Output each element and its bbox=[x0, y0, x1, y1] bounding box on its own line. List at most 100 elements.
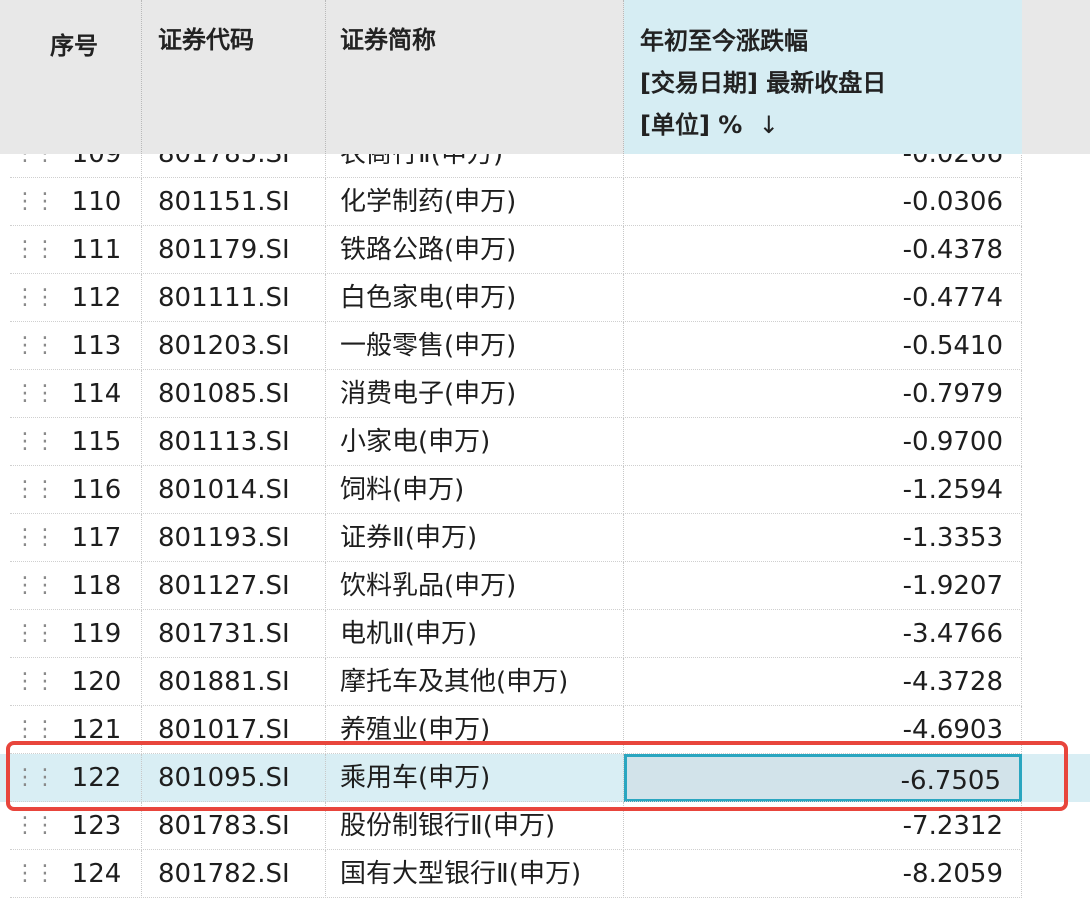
drag-handle-icon[interactable]: ⋮⋮ bbox=[14, 850, 56, 898]
drag-handle-icon[interactable]: ⋮⋮ bbox=[14, 658, 56, 706]
cell-code: 801111.SI bbox=[142, 274, 326, 322]
cell-name: 摩托车及其他(申万) bbox=[326, 658, 624, 706]
cell-change[interactable]: -1.2594 bbox=[624, 466, 1022, 514]
cell-name: 股份制银行Ⅱ(申万) bbox=[326, 802, 624, 850]
cell-code: 801017.SI bbox=[142, 706, 326, 754]
cell-change[interactable]: -1.9207 bbox=[624, 562, 1022, 610]
drag-handle-icon[interactable]: ⋮⋮ bbox=[14, 322, 56, 370]
drag-handle-icon[interactable]: ⋮⋮ bbox=[14, 178, 56, 226]
cell-name: 农商行Ⅱ(申万) bbox=[326, 154, 624, 178]
cell-name: 一般零售(申万) bbox=[326, 322, 624, 370]
cell-code: 801881.SI bbox=[142, 658, 326, 706]
cell-code: 801085.SI bbox=[142, 370, 326, 418]
table-row[interactable]: ⋮⋮ 111 801179.SI 铁路公路(申万) -0.4378 bbox=[0, 226, 1090, 274]
cell-seq: 110 bbox=[44, 178, 142, 226]
cell-name: 铁路公路(申万) bbox=[326, 226, 624, 274]
cell-code: 801783.SI bbox=[142, 802, 326, 850]
cell-change[interactable]: -0.5410 bbox=[624, 322, 1022, 370]
drag-handle-icon[interactable]: ⋮⋮ bbox=[14, 610, 56, 658]
cell-change[interactable]: -4.3728 bbox=[624, 658, 1022, 706]
cell-name: 饮料乳品(申万) bbox=[326, 562, 624, 610]
cell-name: 白色家电(申万) bbox=[326, 274, 624, 322]
table-row[interactable]: ⋮⋮ 123 801783.SI 股份制银行Ⅱ(申万) -7.2312 bbox=[0, 802, 1090, 850]
table-row[interactable]: ⋮⋮ 113 801203.SI 一般零售(申万) -0.5410 bbox=[0, 322, 1090, 370]
drag-handle-icon[interactable]: ⋮⋮ bbox=[14, 154, 56, 178]
column-header-change[interactable]: 年初至今涨跌幅 [交易日期] 最新收盘日 [单位] % ↓ bbox=[624, 0, 1022, 154]
column-header-seq-label: 序号 bbox=[50, 32, 98, 60]
cell-code: 801095.SI bbox=[142, 754, 326, 802]
drag-handle-icon[interactable]: ⋮⋮ bbox=[14, 226, 56, 274]
cell-name: 国有大型银行Ⅱ(申万) bbox=[326, 850, 624, 898]
cell-seq: 112 bbox=[44, 274, 142, 322]
table-row[interactable]: ⋮⋮ 122 801095.SI 乘用车(申万) -6.7505 bbox=[0, 754, 1090, 802]
cell-change[interactable]: -0.9700 bbox=[624, 418, 1022, 466]
table-header: 序号 证券代码 证券简称 年初至今涨跌幅 [交易日期] 最新收盘日 [单位] %… bbox=[0, 0, 1090, 154]
table-row[interactable]: ⋮⋮ 118 801127.SI 饮料乳品(申万) -1.9207 bbox=[0, 562, 1090, 610]
cell-change[interactable]: -0.0306 bbox=[624, 178, 1022, 226]
cell-change[interactable]: -0.4378 bbox=[624, 226, 1022, 274]
cell-name: 养殖业(申万) bbox=[326, 706, 624, 754]
table-row[interactable]: ⋮⋮ 117 801193.SI 证券Ⅱ(申万) -1.3353 bbox=[0, 514, 1090, 562]
cell-change[interactable]: -6.7505 bbox=[624, 754, 1022, 802]
cell-name: 证券Ⅱ(申万) bbox=[326, 514, 624, 562]
table-row[interactable]: ⋮⋮ 116 801014.SI 饲料(申万) -1.2594 bbox=[0, 466, 1090, 514]
drag-handle-icon[interactable]: ⋮⋮ bbox=[14, 370, 56, 418]
table-row[interactable]: ⋮⋮ 112 801111.SI 白色家电(申万) -0.4774 bbox=[0, 274, 1090, 322]
cell-code: 801731.SI bbox=[142, 610, 326, 658]
column-header-code[interactable]: 证券代码 bbox=[142, 0, 326, 154]
cell-change[interactable]: -3.4766 bbox=[624, 610, 1022, 658]
cell-code: 801179.SI bbox=[142, 226, 326, 274]
cell-seq: 119 bbox=[44, 610, 142, 658]
table-row[interactable]: ⋮⋮ 121 801017.SI 养殖业(申万) -4.6903 bbox=[0, 706, 1090, 754]
column-header-change-date: [交易日期] 最新收盘日 bbox=[640, 69, 887, 97]
cell-change[interactable]: -4.6903 bbox=[624, 706, 1022, 754]
column-header-seq[interactable]: 序号 bbox=[10, 0, 142, 154]
cell-code: 801203.SI bbox=[142, 322, 326, 370]
drag-handle-icon[interactable]: ⋮⋮ bbox=[14, 754, 56, 802]
cell-seq: 109 bbox=[44, 154, 142, 178]
table-row[interactable]: ⋮⋮109801785.SI农商行Ⅱ(申万)-0.0266 bbox=[0, 154, 1090, 178]
table-rows: ⋮⋮109801785.SI农商行Ⅱ(申万)-0.0266⋮⋮110801151… bbox=[0, 154, 1090, 898]
cell-seq: 117 bbox=[44, 514, 142, 562]
cell-seq: 116 bbox=[44, 466, 142, 514]
cell-change[interactable]: -8.2059 bbox=[624, 850, 1022, 898]
drag-handle-icon[interactable]: ⋮⋮ bbox=[14, 418, 56, 466]
table-row[interactable]: ⋮⋮ 110 801151.SI 化学制药(申万) -0.0306 bbox=[0, 178, 1090, 226]
table-row[interactable]: ⋮⋮ 115 801113.SI 小家电(申万) -0.9700 bbox=[0, 418, 1090, 466]
cell-seq: 115 bbox=[44, 418, 142, 466]
column-header-name[interactable]: 证券简称 bbox=[326, 0, 624, 154]
cell-name: 消费电子(申万) bbox=[326, 370, 624, 418]
table-row[interactable]: ⋮⋮ 119 801731.SI 电机Ⅱ(申万) -3.4766 bbox=[0, 610, 1090, 658]
cell-seq: 123 bbox=[44, 802, 142, 850]
cell-code: 801127.SI bbox=[142, 562, 326, 610]
drag-handle-icon[interactable]: ⋮⋮ bbox=[14, 274, 56, 322]
drag-handle-icon[interactable]: ⋮⋮ bbox=[14, 562, 56, 610]
drag-handle-icon[interactable]: ⋮⋮ bbox=[14, 466, 56, 514]
cell-code: 801113.SI bbox=[142, 418, 326, 466]
cell-change[interactable]: -1.3353 bbox=[624, 514, 1022, 562]
sort-descending-icon[interactable]: ↓ bbox=[759, 111, 779, 139]
drag-handle-icon[interactable]: ⋮⋮ bbox=[14, 706, 56, 754]
cell-seq: 111 bbox=[44, 226, 142, 274]
cell-name: 乘用车(申万) bbox=[326, 754, 624, 802]
cell-code: 801193.SI bbox=[142, 514, 326, 562]
table-row[interactable]: ⋮⋮ 114 801085.SI 消费电子(申万) -0.7979 bbox=[0, 370, 1090, 418]
cell-seq: 113 bbox=[44, 322, 142, 370]
cell-change[interactable]: -0.4774 bbox=[624, 274, 1022, 322]
column-header-code-label: 证券代码 bbox=[158, 26, 254, 54]
table-body: ⋮⋮109801785.SI农商行Ⅱ(申万)-0.0266⋮⋮110801151… bbox=[0, 154, 1090, 918]
cell-change[interactable]: -0.7979 bbox=[624, 370, 1022, 418]
cell-change[interactable]: -0.0266 bbox=[624, 154, 1022, 178]
cell-code: 801151.SI bbox=[142, 178, 326, 226]
table-row[interactable]: ⋮⋮ 124 801782.SI 国有大型银行Ⅱ(申万) -8.2059 bbox=[0, 850, 1090, 898]
cell-seq: 121 bbox=[44, 706, 142, 754]
cell-change[interactable]: -7.2312 bbox=[624, 802, 1022, 850]
drag-handle-icon[interactable]: ⋮⋮ bbox=[14, 514, 56, 562]
cell-seq: 124 bbox=[44, 850, 142, 898]
cell-seq: 120 bbox=[44, 658, 142, 706]
drag-handle-icon[interactable]: ⋮⋮ bbox=[14, 802, 56, 850]
table-row[interactable]: ⋮⋮ 120 801881.SI 摩托车及其他(申万) -4.3728 bbox=[0, 658, 1090, 706]
column-header-name-label: 证券简称 bbox=[340, 26, 436, 54]
cell-code: 801782.SI bbox=[142, 850, 326, 898]
cell-name: 小家电(申万) bbox=[326, 418, 624, 466]
